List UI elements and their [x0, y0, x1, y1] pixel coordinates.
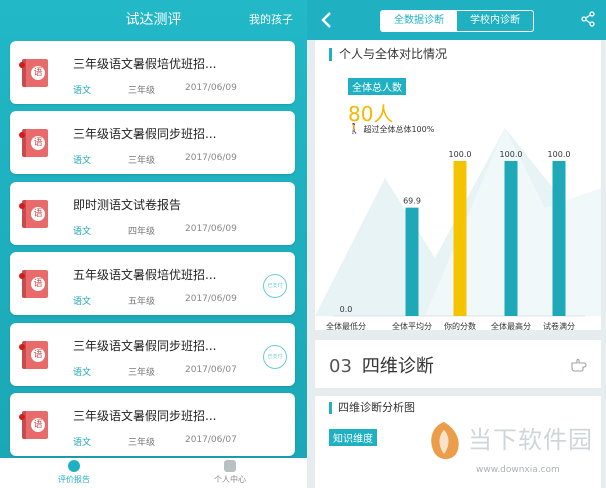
bar-value-label: 100.0	[548, 150, 571, 159]
report-title: 三年级语文暑假同步班招...	[73, 339, 217, 353]
bar-value-label: 100.0	[449, 150, 472, 159]
textbook-icon: 语	[19, 59, 48, 87]
report-subject: 语文	[73, 227, 92, 237]
nav-item-report[interactable]: 评价报告	[34, 460, 114, 485]
book-glyph: 语	[31, 66, 45, 80]
bar-value-label: 69.9	[403, 197, 421, 206]
report-date: 2017/06/09	[185, 83, 237, 93]
report-card[interactable]: 语 三年级语文暑假同步班招... 语文 三年级 2017/06/07	[10, 393, 295, 456]
exceed-text: 超过全体总体100%	[363, 125, 435, 134]
report-date: 2017/06/09	[185, 224, 237, 234]
share-icon[interactable]	[580, 11, 596, 27]
bar-1	[405, 207, 419, 316]
back-arrow-icon[interactable]	[318, 10, 336, 30]
book-glyph: 语	[31, 277, 45, 291]
nav-label-report: 评价报告	[58, 475, 90, 484]
section-title-text: 四维诊断	[361, 356, 434, 377]
dimension-badge: 知识维度	[329, 429, 377, 446]
bar-4	[552, 161, 566, 316]
bottom-nav: 评价报告 个人中心	[0, 458, 307, 488]
tab-all-data[interactable]: 全数据诊断	[381, 11, 457, 31]
report-grade: 四年级	[128, 227, 156, 237]
report-grade: 三年级	[128, 86, 156, 96]
paid-stamp: 已支付	[263, 345, 287, 369]
bar-value-label: 0.0	[340, 305, 353, 314]
category-label: 你的分数	[444, 321, 476, 330]
report-title: 五年级语文暑假培优班招...	[73, 268, 217, 282]
book-glyph: 语	[31, 207, 45, 221]
nav-item-profile[interactable]: 个人中心	[190, 460, 270, 485]
book-glyph: 语	[31, 418, 45, 432]
report-title: 三年级语文暑假培优班招...	[73, 57, 217, 71]
diagnosis-tabs: 全数据诊断 学校内诊断	[380, 10, 534, 32]
report-list-screen: 试达测评 我的孩子 语三年级语文暑假培优班招... 语文 三年级 2017/06/09…	[0, 0, 307, 488]
report-card[interactable]: 语 五年级语文暑假培优班招... 语文 五年级 2017/06/09 已支付	[10, 252, 295, 315]
report-date: 2017/06/09	[185, 294, 237, 304]
report-subject: 语文	[73, 438, 92, 448]
category-label: 全体平均分	[392, 321, 432, 330]
report-card[interactable]: 语 三年级语文暑假同步班招... 语文 三年级 2017/06/09	[10, 111, 295, 174]
exceed-row: 🚶 超过全体总体100%	[348, 124, 434, 135]
total-count-value: 80人	[348, 102, 394, 126]
watermark-text: 当下软件园	[468, 426, 593, 454]
bar-3	[504, 161, 518, 316]
bar-2	[453, 161, 467, 316]
report-subject: 语文	[73, 86, 92, 96]
category-label: 全体最低分	[326, 321, 366, 330]
section-heading: 个人与全体对比情况	[329, 48, 447, 61]
subsection-heading: 四维诊断分析图	[329, 402, 415, 414]
nav-label-profile: 个人中心	[214, 475, 246, 484]
textbook-icon: 语	[19, 200, 48, 228]
book-glyph: 语	[31, 136, 45, 150]
report-card[interactable]: 语 即时测语文试卷报告语文 四年级 2017/06/09	[10, 182, 295, 245]
textbook-icon: 语	[19, 341, 48, 369]
report-subject: 语文	[73, 297, 92, 307]
report-subject: 语文	[73, 368, 92, 378]
textbook-icon: 语	[19, 270, 48, 298]
book-glyph: 语	[31, 348, 45, 362]
report-grade: 三年级	[128, 368, 156, 378]
diagnosis-section-title: 03 四维诊断	[329, 352, 434, 378]
site-watermark: 当下软件园 www.downxia.com	[420, 416, 606, 488]
category-label: 试卷满分	[543, 321, 575, 330]
total-count-badge: 全体总人数	[348, 78, 406, 95]
section-number: 03	[329, 356, 352, 377]
section-divider	[315, 388, 601, 396]
profile-tab-icon	[224, 460, 236, 472]
walking-person-icon: 🚶	[348, 124, 361, 135]
right-header: 全数据诊断 学校内诊断	[307, 0, 606, 40]
report-grade: 三年级	[128, 156, 156, 166]
report-date: 2017/06/07	[185, 435, 237, 445]
bar-value-label: 100.0	[500, 150, 523, 159]
report-title: 三年级语文暑假同步班招...	[73, 409, 217, 423]
tab-school[interactable]: 学校内诊断	[457, 11, 533, 31]
left-header: 试达测评 我的孩子	[0, 0, 307, 34]
report-grade: 三年级	[128, 438, 156, 448]
pointing-hand-icon[interactable]	[571, 358, 587, 372]
my-children-link[interactable]: 我的孩子	[249, 11, 293, 27]
category-label: 全体最高分	[491, 321, 531, 330]
report-title: 即时测语文试卷报告	[73, 198, 182, 212]
textbook-icon: 语	[19, 129, 48, 157]
report-card[interactable]: 语 三年级语文暑假培优班招... 语文 三年级 2017/06/09	[10, 41, 295, 104]
comparison-card: 个人与全体对比情况 0.0 全体最低分 69.9 全体平均分 100.0 你的分数 100.…	[315, 40, 601, 330]
report-date: 2017/06/07	[185, 365, 237, 375]
report-subject: 语文	[73, 156, 92, 166]
report-date: 2017/06/09	[185, 153, 237, 163]
textbook-icon: 语	[19, 411, 48, 439]
report-title: 三年级语文暑假同步班招...	[73, 127, 217, 141]
report-grade: 五年级	[128, 297, 156, 307]
watermark-logo-icon	[431, 422, 459, 460]
watermark-url: www.downxia.com	[476, 465, 560, 475]
report-tab-icon	[68, 460, 80, 472]
report-card[interactable]: 语 三年级语文暑假同步班招... 语文 三年级 2017/06/07 已支付	[10, 323, 295, 386]
diagnosis-screen: 全数据诊断 学校内诊断 个人与全体对比情况 0.0 全体最低分 69.9 全体平均分 1…	[307, 0, 606, 488]
paid-stamp: 已支付	[263, 274, 287, 298]
